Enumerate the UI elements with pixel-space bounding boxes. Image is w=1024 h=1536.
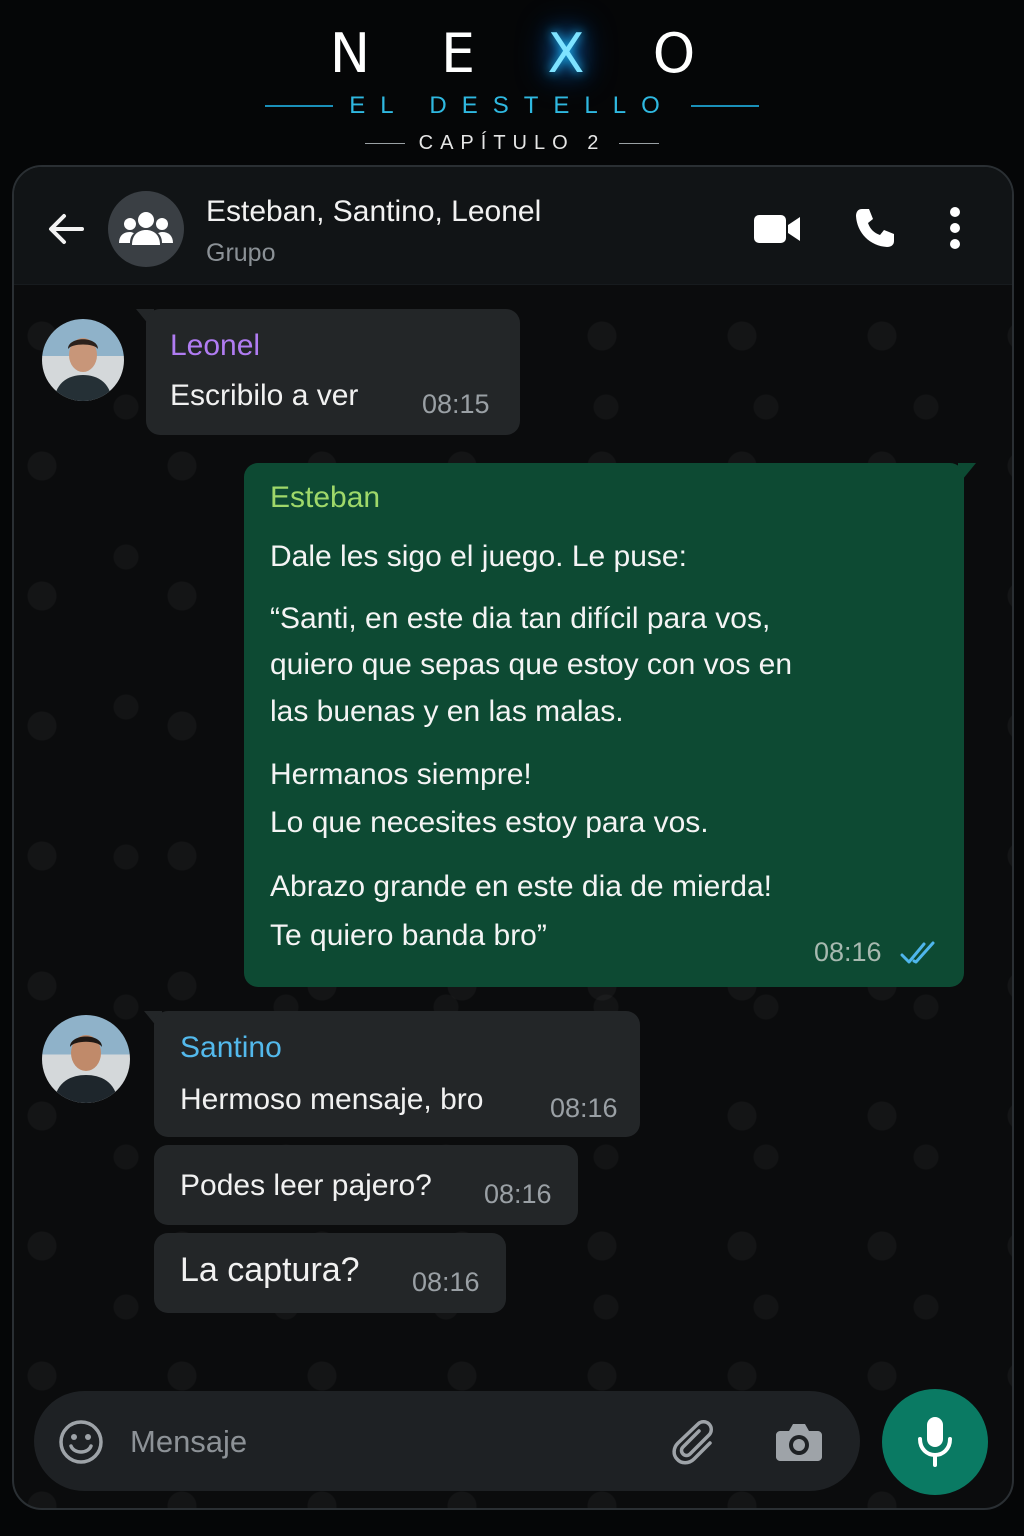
- divider: [690, 105, 759, 107]
- message-time: 08:16: [412, 1267, 480, 1297]
- message-line: Abrazo grande en este dia de mierda!: [270, 870, 772, 903]
- message-bubble-santino-3[interactable]: La captura? 08:16: [154, 1233, 506, 1313]
- message-bubble-santino-2[interactable]: Podes leer pajero? 08:16: [154, 1145, 578, 1225]
- message-line: Hermanos siempre!: [270, 758, 532, 791]
- message-bubble-leonel[interactable]: Leonel Escribilo a ver 08:15: [146, 309, 520, 435]
- paperclip-icon: [672, 1420, 713, 1465]
- logo-letter: E: [440, 22, 476, 85]
- message-line: las buenas y en las malas.: [270, 695, 624, 728]
- chat-header: Esteban, Santino, Leonel Grupo: [14, 167, 1012, 285]
- message-line: Dale les sigo el juego. Le puse:: [270, 540, 687, 573]
- divider: [364, 143, 405, 144]
- divider: [619, 143, 660, 144]
- emoji-button[interactable]: [58, 1419, 104, 1465]
- message-text: Hermoso mensaje, bro: [180, 1083, 484, 1116]
- message-composer: [34, 1391, 860, 1491]
- back-button[interactable]: [44, 207, 88, 251]
- series-subtitle-text: EL DESTELLO: [349, 92, 675, 119]
- avatar-leonel[interactable]: [42, 319, 124, 401]
- message-time: 08:16: [484, 1179, 552, 1209]
- logo-letter-glow: X: [547, 22, 585, 85]
- message-input[interactable]: [130, 1419, 650, 1465]
- more-vertical-icon: [950, 207, 960, 249]
- chapter-text: CAPÍTULO 2: [418, 132, 606, 154]
- series-logo: N E X O: [0, 22, 1024, 85]
- message-line: Lo que necesites estoy para vos.: [270, 806, 709, 839]
- logo-letter: O: [652, 22, 696, 85]
- message-bubble-santino[interactable]: Santino Hermoso mensaje, bro 08:16: [154, 1011, 640, 1137]
- message-line: Te quiero banda bro”: [270, 919, 547, 952]
- message-line: quiero que sepas que estoy con vos en: [270, 648, 793, 681]
- message-sender: Esteban: [270, 481, 381, 514]
- page: N E X O EL DESTELLO CAPÍTULO 2 Esteban, …: [0, 0, 1024, 1536]
- message-text: La captura?: [180, 1251, 360, 1289]
- avatar-santino[interactable]: [42, 1015, 130, 1103]
- series-title-block: N E X O EL DESTELLO CAPÍTULO 2: [0, 0, 1024, 165]
- voice-call-button[interactable]: [852, 205, 898, 251]
- message-time: 08:16: [814, 937, 882, 967]
- read-receipt-icon: [900, 941, 935, 964]
- chapter-label: CAPÍTULO 2: [0, 132, 1024, 155]
- message-sender: Leonel: [170, 329, 261, 362]
- back-arrow-icon: [49, 214, 84, 244]
- camera-icon: [776, 1424, 822, 1461]
- attach-button[interactable]: [672, 1419, 720, 1467]
- message-time: 08:15: [422, 389, 490, 419]
- chat-subtitle: Grupo: [206, 239, 276, 267]
- message-text: Podes leer pajero?: [180, 1169, 432, 1202]
- message-text: Escribilo a ver: [170, 379, 359, 412]
- person-photo-icon: [54, 1035, 118, 1103]
- person-photo-icon: [54, 338, 112, 401]
- message-sender: Santino: [180, 1031, 282, 1064]
- group-icon: [119, 212, 173, 245]
- message-bubble-esteban[interactable]: Esteban Dale les sigo el juego. Le puse:…: [244, 463, 964, 987]
- phone-icon: [856, 209, 894, 247]
- group-avatar[interactable]: [108, 191, 184, 267]
- divider: [265, 105, 334, 107]
- emoji-icon: [59, 1420, 103, 1464]
- series-subtitle: EL DESTELLO: [0, 92, 1024, 120]
- video-call-button[interactable]: [752, 211, 804, 247]
- video-icon: [754, 215, 800, 243]
- message-time: 08:16: [550, 1093, 618, 1123]
- microphone-icon: [918, 1417, 952, 1467]
- voice-message-button[interactable]: [882, 1389, 988, 1495]
- camera-button[interactable]: [774, 1419, 824, 1465]
- message-line: “Santi, en este dia tan difícil para vos…: [270, 602, 771, 635]
- chat-title[interactable]: Esteban, Santino, Leonel: [206, 195, 541, 229]
- logo-letter: N: [329, 22, 371, 85]
- more-options-button[interactable]: [940, 205, 970, 251]
- chat-window: Esteban, Santino, Leonel Grupo Leonel Es…: [12, 165, 1014, 1510]
